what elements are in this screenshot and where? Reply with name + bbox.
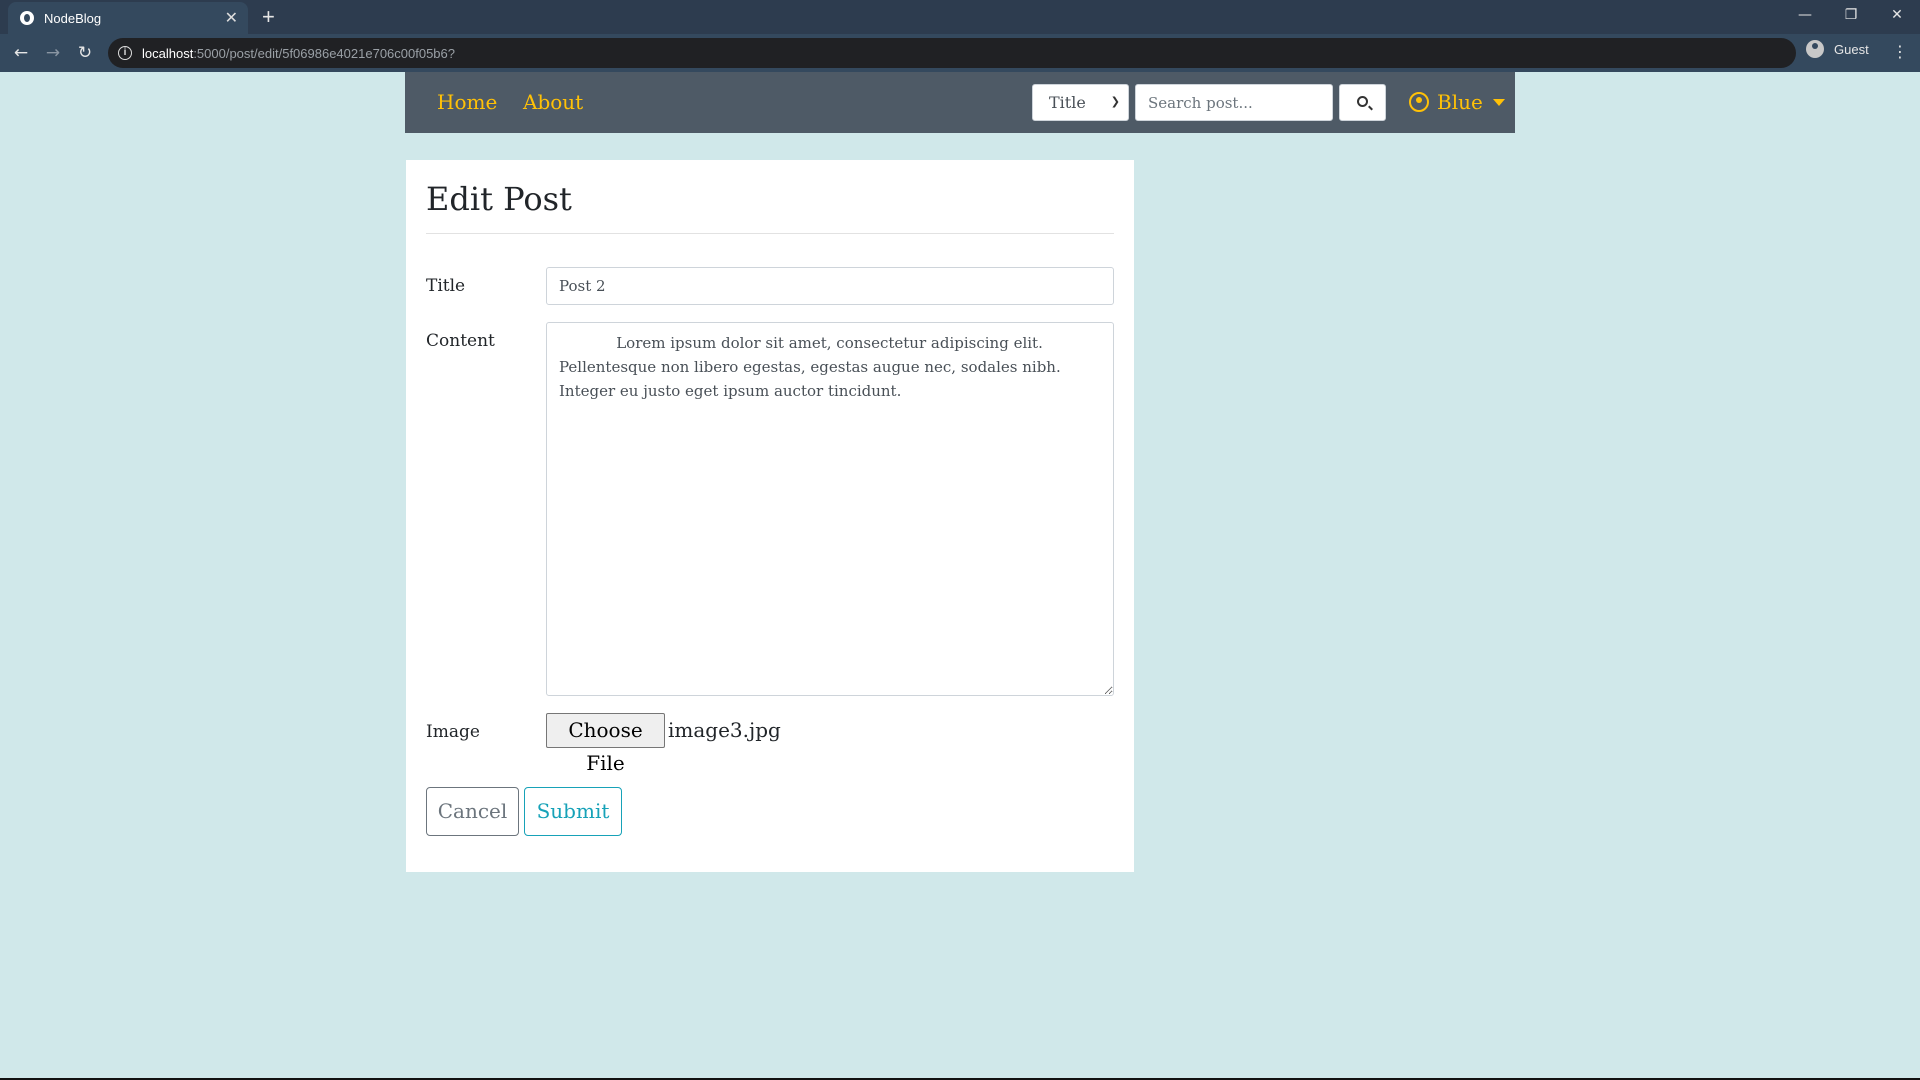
nav-about-link[interactable]: About xyxy=(523,90,583,114)
search-input[interactable] xyxy=(1135,84,1333,121)
minimize-button[interactable]: — xyxy=(1782,0,1828,30)
browser-tabbar: NodeBlog ✕ + — ❐ ✕ xyxy=(0,0,1920,34)
tab-close-icon[interactable]: ✕ xyxy=(225,8,238,28)
forward-arrow-icon[interactable]: → xyxy=(42,42,64,64)
content-label: Content xyxy=(426,331,495,351)
search-button[interactable] xyxy=(1339,84,1386,121)
close-window-button[interactable]: ✕ xyxy=(1874,0,1920,30)
chevron-down-icon: ❯ xyxy=(1110,95,1120,108)
page-title: Edit Post xyxy=(426,180,572,218)
search-field-select-value: Title xyxy=(1049,93,1086,112)
caret-down-icon xyxy=(1492,98,1505,106)
content-textarea[interactable]: Lorem ipsum dolor sit amet, consectetur … xyxy=(546,322,1114,696)
window-controls: — ❐ ✕ xyxy=(1782,0,1920,30)
tab-title: NodeBlog xyxy=(44,11,102,26)
url-host: localhost xyxy=(142,46,194,61)
reload-icon[interactable]: ↻ xyxy=(74,42,96,64)
nav-home-link[interactable]: Home xyxy=(437,90,497,114)
search-icon xyxy=(1357,96,1368,107)
kebab-menu-icon[interactable]: ⋮ xyxy=(1892,42,1908,61)
profile-icon xyxy=(1806,40,1824,58)
search-field-select[interactable]: Title ❯ xyxy=(1032,84,1129,121)
image-label: Image xyxy=(426,722,480,742)
submit-button[interactable]: Submit xyxy=(524,787,622,836)
choose-file-button[interactable]: Choose File xyxy=(546,713,665,775)
profile-button[interactable]: Guest xyxy=(1806,40,1869,58)
title-label: Title xyxy=(426,276,466,296)
globe-icon xyxy=(20,11,34,25)
back-arrow-icon[interactable]: ← xyxy=(10,42,32,64)
restore-button[interactable]: ❐ xyxy=(1828,0,1874,30)
edit-post-card: Edit Post Title Content Lorem ipsum dolo… xyxy=(406,160,1134,872)
info-icon[interactable]: i xyxy=(118,46,132,60)
divider xyxy=(426,233,1114,234)
browser-toolbar: ← → ↻ i localhost:5000/post/edit/5f06986… xyxy=(0,34,1920,72)
new-tab-button[interactable]: + xyxy=(262,4,275,30)
site-navbar: Home About Title ❯ Blue xyxy=(405,72,1515,133)
user-circle-icon xyxy=(1409,92,1429,112)
url-path: :5000/post/edit/5f06986e4021e706c00f05b6… xyxy=(193,46,455,61)
url-text: localhost:5000/post/edit/5f06986e4021e70… xyxy=(142,46,455,61)
file-name: image3.jpg xyxy=(668,718,781,742)
user-dropdown[interactable]: Blue xyxy=(1409,90,1505,114)
browser-tab[interactable]: NodeBlog ✕ xyxy=(8,2,248,34)
address-bar[interactable]: i localhost:5000/post/edit/5f06986e4021e… xyxy=(108,38,1796,68)
cancel-button[interactable]: Cancel xyxy=(426,787,519,836)
profile-label: Guest xyxy=(1834,41,1869,57)
title-input[interactable] xyxy=(546,267,1114,305)
user-name: Blue xyxy=(1437,90,1483,114)
